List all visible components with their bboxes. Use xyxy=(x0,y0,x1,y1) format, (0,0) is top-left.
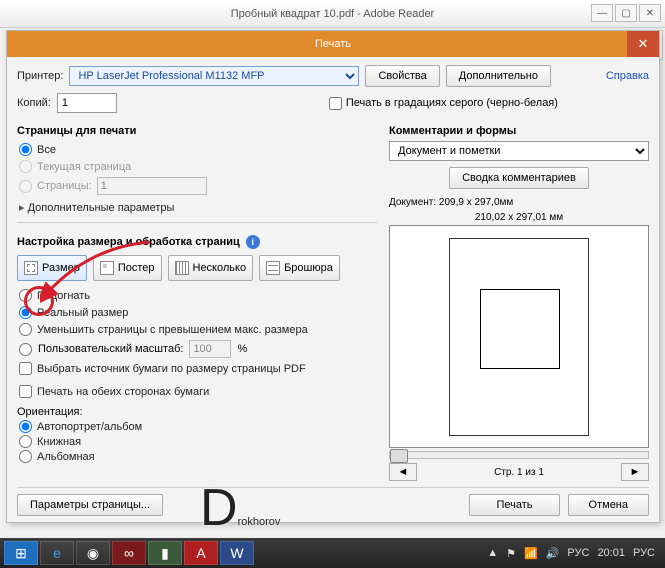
app-titlebar: Пробный квадрат 10.pdf - Adobe Reader ― … xyxy=(0,0,665,28)
page-setup-button[interactable]: Параметры страницы... xyxy=(17,494,163,516)
preview-page xyxy=(449,238,589,436)
orient-portrait-radio[interactable] xyxy=(19,435,32,448)
preview-dimensions: 210,02 x 297,01 мм xyxy=(389,212,649,223)
orient-auto-radio[interactable] xyxy=(19,420,32,433)
tab-size[interactable]: Размер xyxy=(17,255,87,281)
comments-select[interactable]: Документ и пометки xyxy=(389,141,649,161)
shrink-label: Уменьшить страницы с превышением макс. р… xyxy=(37,324,308,336)
print-button[interactable]: Печать xyxy=(469,494,559,516)
orient-landscape-label: Альбомная xyxy=(37,451,95,463)
start-button[interactable]: ⊞ xyxy=(4,541,38,565)
dialog-titlebar: Печать ✕ xyxy=(7,31,659,57)
tab-booklet[interactable]: Брошюра xyxy=(259,255,340,281)
shrink-radio[interactable] xyxy=(19,323,32,336)
help-link[interactable]: Справка xyxy=(606,70,649,82)
custom-scale-radio[interactable] xyxy=(19,343,32,356)
paper-source-checkbox[interactable] xyxy=(19,362,32,375)
poster-icon xyxy=(100,261,114,275)
cc-icon[interactable]: ∞ xyxy=(112,541,146,565)
size-icon xyxy=(24,261,38,275)
custom-scale-input xyxy=(189,340,231,358)
app-title: Пробный квадрат 10.pdf - Adobe Reader xyxy=(231,8,434,20)
properties-button[interactable]: Свойства xyxy=(365,65,439,87)
comments-title: Комментарии и формы xyxy=(389,125,649,137)
system-tray: ▲ ⚑ 📶 🔊 РУС 20:01 РУС xyxy=(487,547,661,560)
chrome-icon[interactable]: ◉ xyxy=(76,541,110,565)
tab-multiple[interactable]: Несколько xyxy=(168,255,254,281)
percent-label: % xyxy=(237,343,247,355)
ie-icon[interactable]: e xyxy=(40,541,74,565)
cancel-button[interactable]: Отмена xyxy=(568,494,649,516)
comments-summary-button[interactable]: Сводка комментариев xyxy=(449,167,589,189)
pages-current-label: Текущая страница xyxy=(37,161,131,173)
copies-label: Копий: xyxy=(17,97,51,109)
page-indicator: Стр. 1 из 1 xyxy=(417,467,621,478)
taskbar: ⊞ e ◉ ∞ ▮ A W ▲ ⚑ 📶 🔊 РУС 20:01 РУС xyxy=(0,538,665,568)
printer-label: Принтер: xyxy=(17,70,63,82)
orient-auto-label: Автопортрет/альбом xyxy=(37,421,142,433)
multiple-icon xyxy=(175,261,189,275)
file-icon[interactable]: ▮ xyxy=(148,541,182,565)
print-preview xyxy=(389,225,649,448)
duplex-label: Печать на обеих сторонах бумаги xyxy=(37,386,209,398)
pages-range-label: Страницы: xyxy=(37,180,92,192)
next-page-button[interactable]: ► xyxy=(621,463,649,481)
custom-scale-label: Пользовательский масштаб: xyxy=(38,343,183,355)
pages-group-title: Страницы для печати xyxy=(17,125,377,137)
print-dialog: Печать ✕ Принтер: HP LaserJet Profession… xyxy=(6,30,660,523)
actual-size-label: Реальный размер xyxy=(37,307,128,319)
duplex-checkbox[interactable] xyxy=(19,385,32,398)
tab-poster[interactable]: Постер xyxy=(93,255,162,281)
tray-lang1[interactable]: РУС xyxy=(567,547,589,559)
pages-all-label: Все xyxy=(37,144,56,156)
tray-network-icon[interactable]: 📶 xyxy=(524,547,538,560)
acrobat-icon[interactable]: A xyxy=(184,541,218,565)
close-dialog-button[interactable]: ✕ xyxy=(627,31,659,57)
pages-all-radio[interactable] xyxy=(19,143,32,156)
pages-range-radio xyxy=(19,180,32,193)
tray-volume-icon[interactable]: 🔊 xyxy=(546,547,560,560)
sizing-title: Настройка размера и обработка страниц xyxy=(17,236,240,248)
tray-up-icon[interactable]: ▲ xyxy=(487,547,498,559)
more-params-toggle[interactable]: Дополнительные параметры xyxy=(19,201,377,214)
advanced-button[interactable]: Дополнительно xyxy=(446,65,551,87)
tray-flag-icon[interactable]: ⚑ xyxy=(506,547,516,560)
orientation-title: Ориентация: xyxy=(17,406,377,418)
pages-range-input xyxy=(97,177,207,195)
close-app-button[interactable]: ✕ xyxy=(639,4,661,22)
minimize-button[interactable]: ― xyxy=(591,4,613,22)
grayscale-label: Печать в градациях серого (черно-белая) xyxy=(346,97,558,109)
maximize-button[interactable]: ▢ xyxy=(615,4,637,22)
paper-source-label: Выбрать источник бумаги по размеру стран… xyxy=(37,363,306,375)
prev-page-button[interactable]: ◄ xyxy=(389,463,417,481)
preview-scrollbar[interactable] xyxy=(389,451,649,459)
fit-label: Подогнать xyxy=(37,290,90,302)
pages-current-radio xyxy=(19,160,32,173)
tray-lang2[interactable]: РУС xyxy=(633,547,655,559)
grayscale-checkbox[interactable] xyxy=(329,97,342,110)
document-dimensions: Документ: 209,9 x 297,0мм xyxy=(389,197,649,208)
word-icon[interactable]: W xyxy=(220,541,254,565)
actual-size-radio[interactable] xyxy=(19,306,32,319)
fit-radio[interactable] xyxy=(19,289,32,302)
info-icon[interactable]: i xyxy=(246,235,260,249)
dialog-title: Печать xyxy=(315,38,351,50)
orient-portrait-label: Книжная xyxy=(37,436,81,448)
preview-content-square xyxy=(480,289,560,369)
printer-select[interactable]: HP LaserJet Professional M1132 MFP xyxy=(69,66,359,86)
tray-time[interactable]: 20:01 xyxy=(597,547,625,559)
booklet-icon xyxy=(266,261,280,275)
orient-landscape-radio[interactable] xyxy=(19,450,32,463)
scrollbar-thumb[interactable] xyxy=(390,449,408,463)
copies-input[interactable] xyxy=(57,93,117,113)
